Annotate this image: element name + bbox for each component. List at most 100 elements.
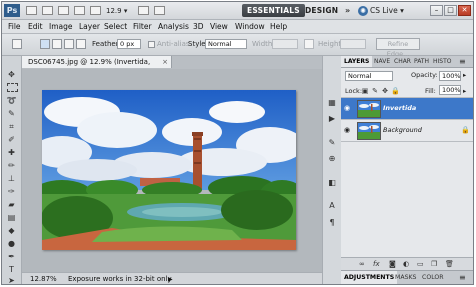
- status-menu-arrow-icon[interactable]: ▶: [168, 273, 173, 284]
- blur-tool-icon[interactable]: ◆: [6, 226, 17, 235]
- history-panel-icon[interactable]: ▦: [327, 98, 337, 107]
- menu-analysis[interactable]: Analysis: [158, 20, 189, 33]
- zoom-tool-icon[interactable]: [90, 6, 101, 15]
- healing-brush-tool-icon[interactable]: ✚: [6, 148, 17, 157]
- menu-file[interactable]: File: [8, 20, 21, 33]
- width-input[interactable]: [272, 39, 298, 49]
- menu-select[interactable]: Select: [104, 20, 127, 33]
- fx-icon[interactable]: fx: [373, 260, 380, 268]
- new-layer-icon[interactable]: ❐: [431, 260, 437, 268]
- canvas-area[interactable]: [22, 69, 339, 272]
- layer-name[interactable]: Background: [383, 126, 422, 134]
- mask-icon[interactable]: ◙: [389, 260, 396, 268]
- more-workspaces-icon[interactable]: »: [340, 4, 355, 17]
- tab-character[interactable]: CHAR: [394, 56, 411, 67]
- eyedropper-tool-icon[interactable]: ✐: [6, 135, 17, 144]
- document-tab[interactable]: DSC06745.jpg @ 12.9% (Invertida, RGB/16*…: [22, 56, 172, 78]
- layer-row[interactable]: ◉ Background 🔒: [341, 120, 473, 142]
- lock-all-icon[interactable]: 🔒: [391, 87, 400, 95]
- menu-layer[interactable]: Layer: [79, 20, 100, 33]
- tab-paths[interactable]: PATH: [414, 56, 429, 67]
- screen-mode-icon[interactable]: [154, 6, 165, 15]
- lock-pixels-icon[interactable]: ✎: [371, 87, 379, 95]
- workspace-design-button[interactable]: DESIGN: [300, 4, 343, 17]
- layer-row[interactable]: ◉ Invertida: [341, 98, 473, 120]
- layer-name[interactable]: Invertida: [383, 104, 416, 112]
- move-tool-icon[interactable]: ✥: [6, 70, 17, 79]
- new-selection-icon[interactable]: [40, 39, 50, 49]
- folder-icon[interactable]: ▭: [417, 260, 424, 268]
- subtract-selection-icon[interactable]: [64, 39, 74, 49]
- opacity-input[interactable]: 100%: [439, 71, 461, 81]
- dodge-tool-icon[interactable]: ●: [6, 239, 17, 248]
- tab-layers[interactable]: LAYERS: [341, 56, 373, 67]
- fill-input[interactable]: 100%: [439, 85, 461, 95]
- swap-dimensions-icon[interactable]: [304, 39, 314, 49]
- zoom-level-dropdown[interactable]: 12.9 ▾: [106, 6, 132, 16]
- fill-arrow-icon[interactable]: ▸: [463, 87, 466, 95]
- menu-filter[interactable]: Filter: [133, 20, 152, 33]
- lasso-tool-icon[interactable]: ➰: [6, 96, 17, 105]
- adjustment-icon[interactable]: ◐: [403, 260, 409, 268]
- menu-image[interactable]: Image: [49, 20, 73, 33]
- menu-window[interactable]: Window: [235, 20, 265, 33]
- gradient-tool-icon[interactable]: ▤: [6, 213, 17, 222]
- menu-3d[interactable]: 3D: [193, 20, 204, 33]
- intersect-selection-icon[interactable]: [76, 39, 86, 49]
- opacity-arrow-icon[interactable]: ▸: [463, 71, 466, 79]
- mini-bridge-icon[interactable]: [42, 6, 53, 15]
- tab-masks[interactable]: MASKS: [395, 271, 416, 284]
- blend-mode-select[interactable]: Normal: [345, 71, 393, 81]
- menu-view[interactable]: View: [210, 20, 228, 33]
- cs-live-button[interactable]: ✺ CS Live ▾: [358, 5, 404, 16]
- panel-menu-icon[interactable]: ≡: [459, 56, 466, 67]
- menu-edit[interactable]: Edit: [28, 20, 43, 33]
- actions-panel-icon[interactable]: ▶: [327, 114, 337, 123]
- paragraph-panel-icon[interactable]: ¶: [327, 218, 337, 227]
- close-button[interactable]: ✕: [458, 5, 471, 16]
- history-brush-tool-icon[interactable]: ✑: [6, 187, 17, 196]
- bridge-icon[interactable]: [26, 6, 37, 15]
- trash-icon[interactable]: 🗑: [445, 260, 454, 268]
- marquee-preset-icon[interactable]: [12, 39, 22, 49]
- status-zoom[interactable]: 12.87%: [30, 273, 57, 284]
- pen-tool-icon[interactable]: ✒: [6, 252, 17, 261]
- link-icon[interactable]: ∞: [359, 260, 365, 268]
- workspace-essentials-button[interactable]: ESSENTIALS: [242, 4, 305, 17]
- add-to-selection-icon[interactable]: [52, 39, 62, 49]
- hand-tool-icon[interactable]: [74, 6, 85, 15]
- clone-stamp-tool-icon[interactable]: ⊥: [6, 174, 17, 183]
- eraser-tool-icon[interactable]: ▰: [6, 200, 17, 209]
- crop-tool-icon[interactable]: ⌗: [6, 122, 17, 131]
- close-document-icon[interactable]: ×: [162, 56, 168, 68]
- clone-source-panel-icon[interactable]: ⊕: [327, 154, 337, 163]
- brush-tool-icon[interactable]: ✏: [6, 161, 17, 170]
- maximize-button[interactable]: □: [444, 5, 457, 16]
- lock-position-icon[interactable]: ✥: [381, 87, 389, 95]
- tab-color[interactable]: COLOR: [422, 271, 444, 284]
- tab-histogram[interactable]: HISTO: [433, 56, 451, 67]
- rectangular-marquee-tool-icon[interactable]: [7, 83, 18, 92]
- view-extras-icon[interactable]: [58, 6, 69, 15]
- minimize-button[interactable]: –: [430, 5, 443, 16]
- height-input[interactable]: [340, 39, 366, 49]
- anti-alias-checkbox[interactable]: [148, 41, 155, 48]
- brushes-panel-icon[interactable]: ✎: [327, 138, 337, 147]
- info-panel-icon[interactable]: ◧: [327, 178, 337, 187]
- character-panel-icon[interactable]: A: [327, 201, 337, 210]
- feather-input[interactable]: 0 px: [117, 39, 141, 49]
- lock-transparency-icon[interactable]: ▣: [361, 87, 369, 95]
- visibility-eye-icon[interactable]: ◉: [344, 104, 353, 112]
- canvas-image[interactable]: [42, 90, 296, 250]
- arrange-documents-icon[interactable]: [138, 6, 149, 15]
- panel-menu-icon[interactable]: ≡: [459, 271, 466, 284]
- style-select[interactable]: Normal: [205, 39, 247, 49]
- refine-edge-button[interactable]: Refine Edge...: [376, 38, 420, 58]
- path-selection-tool-icon[interactable]: ➤: [6, 276, 17, 284]
- tab-adjustments[interactable]: ADJUSTMENTS: [341, 271, 398, 284]
- type-tool-icon[interactable]: T: [6, 265, 17, 274]
- quick-selection-tool-icon[interactable]: ✎: [6, 109, 17, 118]
- tab-navigator[interactable]: NAVE: [374, 56, 390, 67]
- visibility-eye-icon[interactable]: ◉: [344, 126, 353, 134]
- menu-help[interactable]: Help: [270, 20, 287, 33]
